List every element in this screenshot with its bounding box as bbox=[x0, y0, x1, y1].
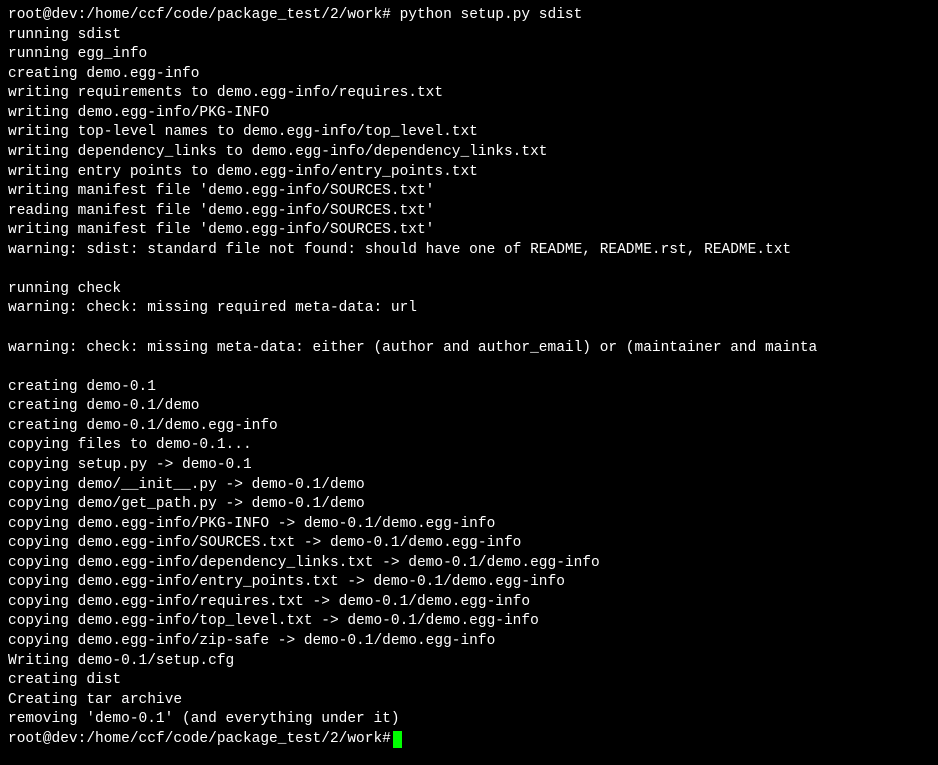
shell-prompt: root@dev:/home/ccf/code/package_test/2/w… bbox=[8, 7, 400, 23]
output-line: Writing demo-0.1/setup.cfg bbox=[8, 652, 930, 672]
output-line: copying demo/get_path.py -> demo-0.1/dem… bbox=[8, 495, 930, 515]
output-line: writing demo.egg-info/PKG-INFO bbox=[8, 104, 930, 124]
output-line: creating demo-0.1/demo bbox=[8, 397, 930, 417]
output-line: copying files to demo-0.1... bbox=[8, 436, 930, 456]
output-line: writing manifest file 'demo.egg-info/SOU… bbox=[8, 182, 930, 202]
active-prompt-line[interactable]: root@dev:/home/ccf/code/package_test/2/w… bbox=[8, 730, 930, 750]
output-line: copying demo.egg-info/SOURCES.txt -> dem… bbox=[8, 534, 930, 554]
output-line: copying demo.egg-info/entry_points.txt -… bbox=[8, 573, 930, 593]
output-line: copying demo.egg-info/requires.txt -> de… bbox=[8, 593, 930, 613]
command-text: python setup.py sdist bbox=[400, 7, 583, 23]
output-line: writing entry points to demo.egg-info/en… bbox=[8, 163, 930, 183]
output-line: creating demo.egg-info bbox=[8, 65, 930, 85]
output-line bbox=[8, 358, 930, 378]
output-line: copying setup.py -> demo-0.1 bbox=[8, 456, 930, 476]
output-line: creating demo-0.1/demo.egg-info bbox=[8, 417, 930, 437]
output-line bbox=[8, 319, 930, 339]
shell-prompt: root@dev:/home/ccf/code/package_test/2/w… bbox=[8, 730, 391, 750]
output-line: running check bbox=[8, 280, 930, 300]
output-line: reading manifest file 'demo.egg-info/SOU… bbox=[8, 202, 930, 222]
output-line: removing 'demo-0.1' (and everything unde… bbox=[8, 710, 930, 730]
output-line bbox=[8, 260, 930, 280]
output-line: writing manifest file 'demo.egg-info/SOU… bbox=[8, 221, 930, 241]
output-line: copying demo.egg-info/dependency_links.t… bbox=[8, 554, 930, 574]
terminal-window[interactable]: root@dev:/home/ccf/code/package_test/2/w… bbox=[8, 6, 930, 749]
output-line: copying demo.egg-info/top_level.txt -> d… bbox=[8, 612, 930, 632]
output-line: warning: check: missing meta-data: eithe… bbox=[8, 339, 930, 359]
output-line: copying demo/__init__.py -> demo-0.1/dem… bbox=[8, 476, 930, 496]
output-line: copying demo.egg-info/PKG-INFO -> demo-0… bbox=[8, 515, 930, 535]
output-line: writing requirements to demo.egg-info/re… bbox=[8, 84, 930, 104]
output-line: running egg_info bbox=[8, 45, 930, 65]
output-line: copying demo.egg-info/zip-safe -> demo-0… bbox=[8, 632, 930, 652]
output-line: creating dist bbox=[8, 671, 930, 691]
output-line: warning: sdist: standard file not found:… bbox=[8, 241, 930, 261]
output-line: running sdist bbox=[8, 26, 930, 46]
output-line: creating demo-0.1 bbox=[8, 378, 930, 398]
output-line: Creating tar archive bbox=[8, 691, 930, 711]
output-line: warning: check: missing required meta-da… bbox=[8, 299, 930, 319]
output-line: writing top-level names to demo.egg-info… bbox=[8, 123, 930, 143]
output-line: writing dependency_links to demo.egg-inf… bbox=[8, 143, 930, 163]
command-line: root@dev:/home/ccf/code/package_test/2/w… bbox=[8, 6, 930, 26]
cursor-icon bbox=[393, 731, 402, 748]
